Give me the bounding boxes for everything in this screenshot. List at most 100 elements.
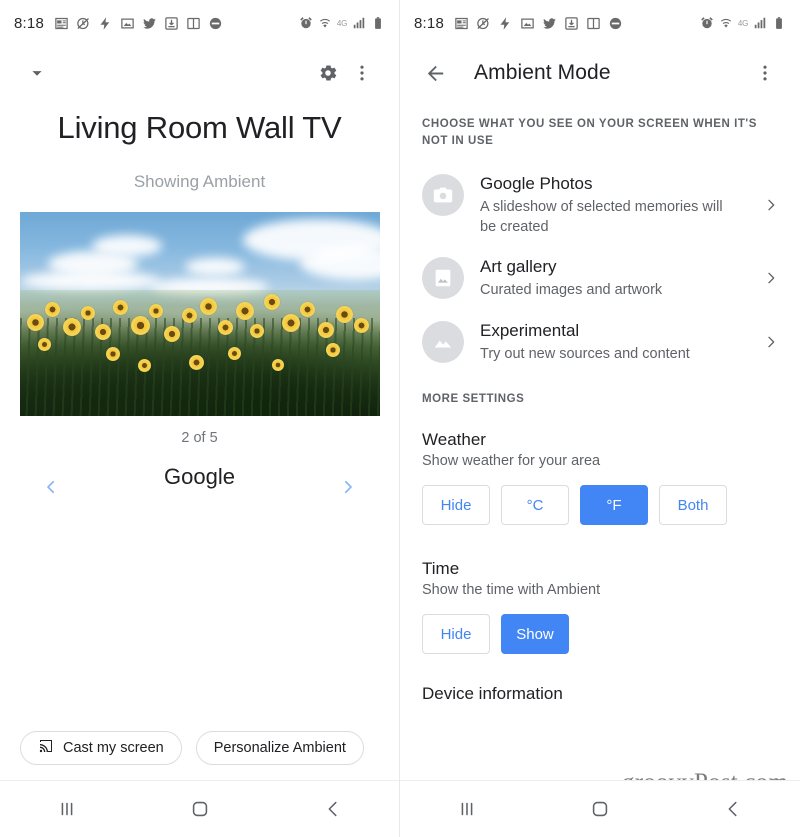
status-time-right: 8:18 (414, 14, 444, 32)
signal-bars-icon-right (753, 16, 767, 30)
time-setting-block: Time Show the time with Ambient Hide Sho… (400, 559, 800, 655)
clock-alarm-off-icon-right (476, 16, 491, 31)
ambient-artwork-preview (19, 212, 380, 416)
device-status-text: Showing Ambient (133, 172, 266, 191)
right-panel-ambient-mode: 8:18 4G Ambient Mode CHOOSE WHAT YOU SEE… (400, 0, 800, 837)
ambient-mode-title: Ambient Mode (474, 61, 611, 84)
section-caption-choose: CHOOSE WHAT YOU SEE ON YOUR SCREEN WHEN … (422, 118, 757, 147)
news-icon (54, 16, 69, 31)
home-icon[interactable] (133, 798, 266, 820)
left-top-bar (0, 46, 399, 100)
list-item-text-experimental: Experimental Try out new sources and con… (480, 319, 744, 365)
arrow-back-icon[interactable] (418, 56, 452, 90)
weather-celsius-button[interactable]: °C (501, 485, 569, 526)
chevron-right-icon[interactable] (333, 472, 363, 502)
status-right-group: 4G (299, 16, 385, 30)
landscape-icon (422, 320, 464, 363)
weather-both-button[interactable]: Both (659, 485, 727, 526)
list-item-title: Art gallery (480, 257, 557, 277)
alarm-icon (299, 16, 313, 30)
left-panel-device-view: 8:18 4G Living Room Wall TV Showing Ambi… (0, 0, 400, 837)
back-icon-right[interactable] (667, 798, 800, 820)
artwork-counter: 2 of 5 (181, 430, 218, 446)
list-item-text-google-photos: Google Photos A slideshow of selected me… (480, 172, 744, 237)
sunflower-field-photo (19, 212, 380, 416)
app-screenshot: 8:18 4G Living Room Wall TV Showing Ambi… (0, 0, 800, 837)
network-label: 4G (336, 18, 347, 28)
recents-icon-right[interactable] (400, 798, 533, 820)
back-icon[interactable] (266, 798, 399, 820)
list-item-text-art-gallery: Art gallery Curated images and artwork (480, 255, 744, 301)
nav-bar-left (0, 780, 399, 837)
framed-picture-icon (422, 257, 464, 300)
battery-icon (371, 16, 385, 30)
status-right-group-2: 4G (700, 16, 786, 30)
personalize-ambient-label: Personalize Ambient (213, 740, 346, 756)
weather-title: Weather (422, 430, 486, 450)
photo-icon-right (520, 16, 535, 31)
right-top-bar: Ambient Mode (400, 46, 800, 100)
time-title: Time (422, 559, 460, 579)
download-icon-right (564, 16, 579, 31)
ambient-source-list: Google Photos A slideshow of selected me… (400, 149, 800, 373)
status-bar-left: 8:18 4G (0, 0, 399, 46)
book-icon (186, 16, 201, 31)
weather-fahrenheit-button[interactable]: °F (580, 485, 648, 526)
list-item-google-photos[interactable]: Google Photos A slideshow of selected me… (400, 163, 800, 246)
nav-bar-right (400, 780, 800, 837)
weather-setting-block: Weather Show weather for your area Hide … (400, 430, 800, 526)
weather-subtitle: Show weather for your area (422, 453, 601, 470)
status-bar-right: 8:18 4G (400, 0, 800, 46)
list-item-title: Experimental (480, 320, 580, 340)
status-time: 8:18 (14, 14, 44, 32)
section-caption-more-settings: MORE SETTINGS (422, 393, 525, 406)
list-item-title: Google Photos (480, 174, 593, 194)
chevron-right-icon-art-gallery[interactable] (760, 270, 782, 286)
time-hide-button[interactable]: Hide (422, 614, 490, 655)
time-button-row: Hide Show (422, 614, 778, 655)
device-information-row[interactable]: Device information (400, 684, 800, 704)
chevron-right-icon-google-photos[interactable] (760, 197, 782, 213)
twitter-icon (142, 16, 157, 31)
more-vert-icon-left[interactable] (345, 56, 379, 90)
page-title: Living Room Wall TV (57, 110, 342, 145)
download-icon (164, 16, 179, 31)
list-item-art-gallery[interactable]: Art gallery Curated images and artwork (400, 246, 800, 310)
source-carousel: Google (0, 458, 399, 514)
personalize-ambient-button[interactable]: Personalize Ambient (195, 731, 364, 765)
list-item-subtitle: Curated images and artwork (480, 282, 663, 299)
cast-icon (38, 738, 54, 758)
photo-icon (120, 16, 135, 31)
wifi-icon-right (719, 16, 733, 30)
no-entry-icon-right (608, 16, 623, 31)
list-item-subtitle: Try out new sources and content (480, 345, 690, 362)
time-show-button[interactable]: Show (501, 614, 569, 655)
list-item-subtitle: A slideshow of selected memories will be… (480, 199, 723, 235)
twitter-icon-right (542, 16, 557, 31)
flash-icon (98, 16, 113, 31)
alarm-icon-right (700, 16, 714, 30)
news-icon-right (454, 16, 469, 31)
cast-my-screen-label: Cast my screen (63, 740, 164, 756)
no-entry-icon (208, 16, 223, 31)
book-icon-right (586, 16, 601, 31)
flash-icon-right (498, 16, 513, 31)
time-subtitle: Show the time with Ambient (422, 582, 601, 599)
cast-my-screen-button[interactable]: Cast my screen (20, 731, 182, 765)
camera-icon (422, 174, 464, 217)
wifi-icon (318, 16, 332, 30)
weather-button-row: Hide °C °F Both (422, 485, 778, 526)
signal-bars-icon (352, 16, 366, 30)
more-vert-icon-right[interactable] (748, 56, 782, 90)
chevron-right-icon-experimental[interactable] (760, 334, 782, 350)
network-label-right: 4G (737, 18, 748, 28)
list-item-experimental[interactable]: Experimental Try out new sources and con… (400, 310, 800, 374)
battery-icon-right (772, 16, 786, 30)
weather-hide-button[interactable]: Hide (422, 485, 490, 526)
chevron-down-icon[interactable] (20, 56, 54, 90)
clock-alarm-off-icon (76, 16, 91, 31)
home-icon-right[interactable] (533, 798, 666, 820)
action-chip-row: Cast my screen Personalize Ambient (0, 731, 399, 765)
recents-icon[interactable] (0, 798, 133, 820)
gear-icon[interactable] (311, 56, 345, 90)
